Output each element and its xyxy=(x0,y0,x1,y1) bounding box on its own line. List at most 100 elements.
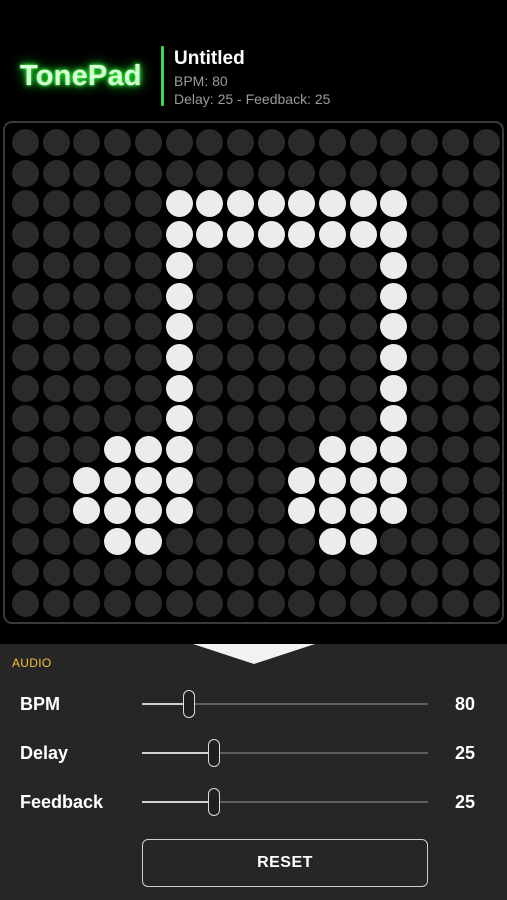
pad-cell[interactable] xyxy=(349,589,377,617)
pad-cell[interactable] xyxy=(472,343,500,371)
pad-cell[interactable] xyxy=(411,466,439,494)
pad-cell[interactable] xyxy=(319,282,346,310)
pad-cell[interactable] xyxy=(257,436,285,463)
pad-cell[interactable] xyxy=(380,497,408,525)
pad-cell[interactable] xyxy=(380,221,408,249)
pad-cell[interactable] xyxy=(411,343,439,371)
pad-cell[interactable] xyxy=(104,313,132,341)
pad-cell[interactable] xyxy=(165,436,193,463)
pad-cell[interactable] xyxy=(196,558,224,586)
pad-cell[interactable] xyxy=(165,221,193,249)
pad-cell[interactable] xyxy=(319,190,346,218)
pad-cell[interactable] xyxy=(472,497,500,525)
pad-cell[interactable] xyxy=(104,282,132,310)
pad-cell[interactable] xyxy=(73,221,101,249)
pad-cell[interactable] xyxy=(411,129,439,156)
pad-cell[interactable] xyxy=(380,343,408,371)
pad-cell[interactable] xyxy=(319,343,346,371)
pad-cell[interactable] xyxy=(380,129,408,156)
pad-cell[interactable] xyxy=(441,436,469,463)
pad-cell[interactable] xyxy=(472,129,500,156)
pad-cell[interactable] xyxy=(73,129,101,156)
pad-cell[interactable] xyxy=(257,466,285,494)
pad-cell[interactable] xyxy=(288,558,316,586)
pad-cell[interactable] xyxy=(134,343,162,371)
pad-cell[interactable] xyxy=(319,374,346,402)
reset-button[interactable]: RESET xyxy=(142,839,428,887)
pad-cell[interactable] xyxy=(196,221,224,249)
pad-cell[interactable] xyxy=(165,558,193,586)
pad-cell[interactable] xyxy=(288,221,316,249)
pad-cell[interactable] xyxy=(319,313,346,341)
pad-cell[interactable] xyxy=(42,190,70,218)
pad-cell[interactable] xyxy=(349,129,377,156)
pad-cell[interactable] xyxy=(196,589,224,617)
pad-cell[interactable] xyxy=(104,190,132,218)
pad-cell[interactable] xyxy=(349,466,377,494)
pad-cell[interactable] xyxy=(104,528,132,556)
pad-cell[interactable] xyxy=(349,374,377,402)
pad-cell[interactable] xyxy=(349,159,377,187)
pad-cell[interactable] xyxy=(73,190,101,218)
pad-cell[interactable] xyxy=(441,558,469,586)
pad-cell[interactable] xyxy=(288,343,316,371)
pad-cell[interactable] xyxy=(134,558,162,586)
pad-cell[interactable] xyxy=(441,466,469,494)
pad-cell[interactable] xyxy=(73,251,101,279)
pad-cell[interactable] xyxy=(196,190,224,218)
pad-cell[interactable] xyxy=(12,497,39,525)
pad-cell[interactable] xyxy=(226,466,254,494)
pad-cell[interactable] xyxy=(196,436,224,463)
pad-cell[interactable] xyxy=(226,497,254,525)
pad-cell[interactable] xyxy=(349,221,377,249)
pad-cell[interactable] xyxy=(134,221,162,249)
pad-cell[interactable] xyxy=(288,313,316,341)
pad-cell[interactable] xyxy=(226,343,254,371)
pad-cell[interactable] xyxy=(441,405,469,433)
pad-cell[interactable] xyxy=(319,558,346,586)
pad-cell[interactable] xyxy=(472,221,500,249)
pad-cell[interactable] xyxy=(73,282,101,310)
pad-cell[interactable] xyxy=(226,436,254,463)
pad-cell[interactable] xyxy=(73,466,101,494)
pad-cell[interactable] xyxy=(380,589,408,617)
pad-cell[interactable] xyxy=(73,405,101,433)
pad-cell[interactable] xyxy=(42,528,70,556)
pad-cell[interactable] xyxy=(257,558,285,586)
pad-cell[interactable] xyxy=(257,190,285,218)
pad-cell[interactable] xyxy=(441,374,469,402)
pad-cell[interactable] xyxy=(288,466,316,494)
pad-cell[interactable] xyxy=(12,466,39,494)
pad-cell[interactable] xyxy=(134,313,162,341)
pad-cell[interactable] xyxy=(73,558,101,586)
pad-cell[interactable] xyxy=(165,528,193,556)
pad-cell[interactable] xyxy=(319,589,346,617)
pad-cell[interactable] xyxy=(196,497,224,525)
pad-cell[interactable] xyxy=(165,343,193,371)
pad-cell[interactable] xyxy=(257,374,285,402)
pad-cell[interactable] xyxy=(134,528,162,556)
pad-cell[interactable] xyxy=(349,251,377,279)
pad-cell[interactable] xyxy=(411,313,439,341)
pad-cell[interactable] xyxy=(134,466,162,494)
pad-cell[interactable] xyxy=(349,528,377,556)
pad-cell[interactable] xyxy=(441,313,469,341)
pad-cell[interactable] xyxy=(257,497,285,525)
pad-cell[interactable] xyxy=(411,251,439,279)
slider-thumb[interactable] xyxy=(183,690,195,718)
pad-cell[interactable] xyxy=(380,558,408,586)
pad-cell[interactable] xyxy=(380,159,408,187)
pad-cell[interactable] xyxy=(288,374,316,402)
pad-cell[interactable] xyxy=(411,497,439,525)
feedback-slider[interactable] xyxy=(142,787,428,817)
pad-cell[interactable] xyxy=(12,313,39,341)
pad-cell[interactable] xyxy=(42,558,70,586)
bpm-slider[interactable] xyxy=(142,689,428,719)
pad-cell[interactable] xyxy=(165,374,193,402)
pad-cell[interactable] xyxy=(42,313,70,341)
pad-cell[interactable] xyxy=(288,129,316,156)
pad-cell[interactable] xyxy=(441,343,469,371)
pad-cell[interactable] xyxy=(73,374,101,402)
pad-cell[interactable] xyxy=(226,405,254,433)
pad-cell[interactable] xyxy=(472,528,500,556)
